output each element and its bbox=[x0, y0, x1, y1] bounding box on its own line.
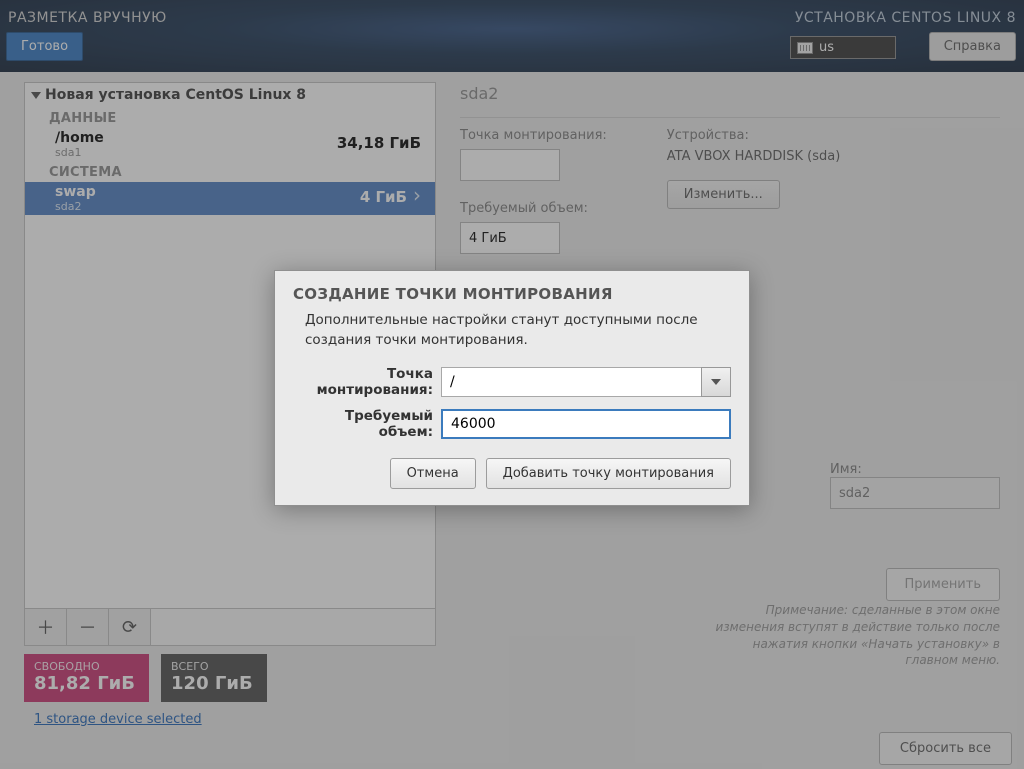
dialog-capacity-label: Требуемый объем: bbox=[293, 408, 433, 440]
chevron-down-icon[interactable] bbox=[701, 367, 731, 397]
add-mountpoint-button[interactable]: Добавить точку монтирования bbox=[486, 458, 731, 489]
cancel-button[interactable]: Отмена bbox=[390, 458, 476, 489]
mount-point-combobox[interactable] bbox=[441, 367, 731, 397]
add-mountpoint-dialog: СОЗДАНИЕ ТОЧКИ МОНТИРОВАНИЯ Дополнительн… bbox=[274, 270, 750, 506]
dialog-capacity-input[interactable] bbox=[441, 409, 731, 439]
dialog-title: СОЗДАНИЕ ТОЧКИ МОНТИРОВАНИЯ bbox=[293, 285, 731, 303]
mount-point-combo-input[interactable] bbox=[441, 367, 701, 397]
dialog-message: Дополнительные настройки станут доступны… bbox=[305, 311, 731, 350]
dialog-mount-label: Точка монтирования: bbox=[293, 366, 433, 398]
